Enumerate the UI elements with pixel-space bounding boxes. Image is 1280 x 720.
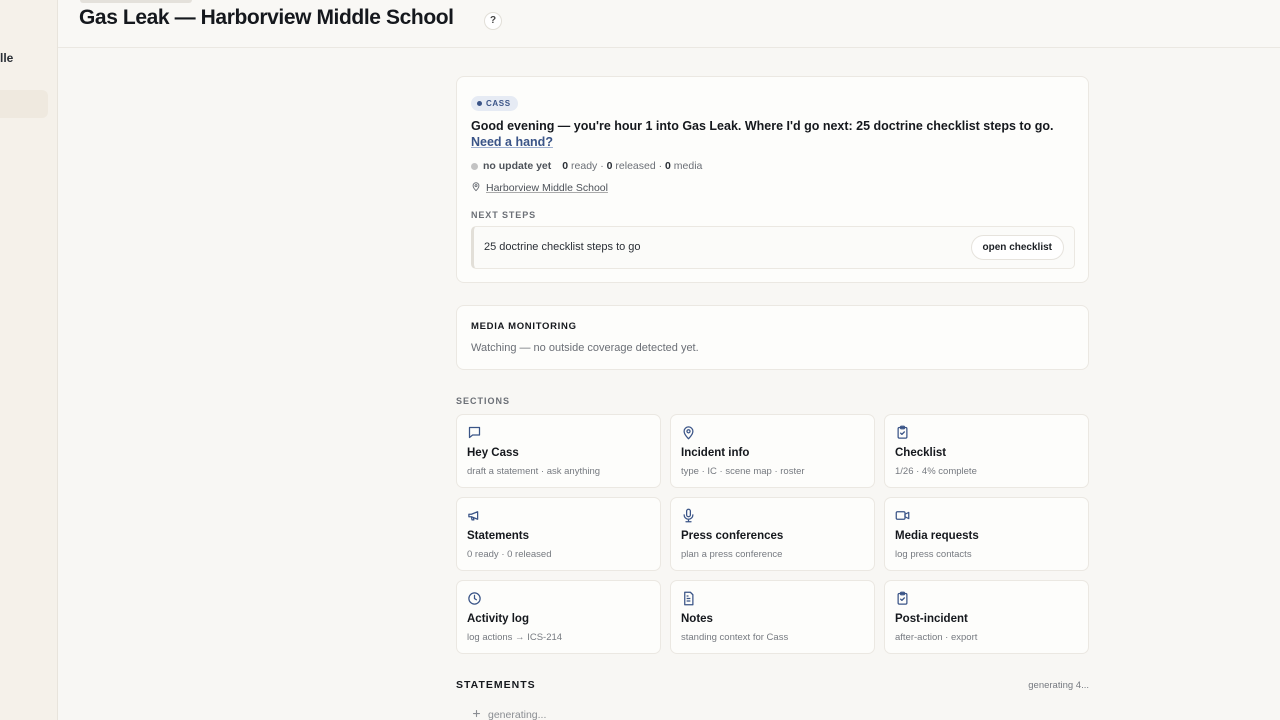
video-camera-icon: [895, 508, 911, 524]
plus-icon: [472, 709, 481, 720]
sidebar-item-label[interactable]: lle: [0, 51, 13, 65]
megaphone-icon: [467, 508, 483, 524]
section-subtitle: after-action · export: [895, 632, 978, 643]
next-step-text: 25 doctrine checklist steps to go: [484, 241, 641, 253]
section-subtitle: standing context for Cass: [681, 632, 789, 643]
section-title: Checklist: [895, 447, 947, 459]
media-label: media: [673, 160, 703, 172]
section-tile-hey-cass[interactable]: Hey Cass draft a statement · ask anythin…: [456, 414, 661, 488]
sidebar: lle: [0, 0, 58, 720]
section-subtitle: log actions → ICS-214: [467, 632, 563, 643]
open-checklist-button[interactable]: open checklist: [970, 235, 1064, 260]
sections-heading: SECTIONS: [456, 396, 511, 406]
cass-badge-label: CASS: [486, 99, 511, 108]
section-title: Post-incident: [895, 613, 968, 625]
section-title: Media requests: [895, 530, 979, 542]
statements-header: STATEMENTS generating 4...: [456, 679, 1089, 691]
section-title: Press conferences: [681, 530, 784, 542]
section-title: Incident info: [681, 447, 750, 459]
map-pin-icon: [471, 181, 481, 195]
section-subtitle: 0 ready · 0 released: [467, 549, 552, 560]
section-subtitle: plan a press conference: [681, 549, 783, 560]
status-row: no update yet 0 ready · 0 released · 0 m…: [471, 160, 702, 172]
section-tile-media-requests[interactable]: Media requests log press contacts: [884, 497, 1089, 571]
page-title: Gas Leak — Harborview Middle School: [79, 6, 454, 29]
clock-icon: [467, 591, 483, 607]
released-count: 0: [606, 160, 613, 172]
section-tile-activity-log[interactable]: Activity log log actions → ICS-214: [456, 580, 661, 654]
header-tab-indicator: [80, 0, 192, 3]
map-pin-icon: [681, 425, 697, 441]
media-count: 0: [665, 160, 671, 172]
section-subtitle: log press contacts: [895, 549, 972, 560]
next-steps-heading: NEXT STEPS: [471, 210, 537, 220]
generating-text: generating...: [488, 709, 547, 720]
section-subtitle: draft a statement · ask anything: [467, 466, 601, 477]
section-title: Statements: [467, 530, 529, 542]
help-button[interactable]: ?: [484, 12, 502, 30]
clipboard-check-icon: [895, 591, 911, 607]
sections-grid: Hey Cass draft a statement · ask anythin…: [456, 414, 1089, 654]
update-status: no update yet: [483, 160, 552, 172]
section-tile-incident-info[interactable]: Incident info type · IC · scene map · ro…: [670, 414, 875, 488]
section-tile-checklist[interactable]: Checklist 1/26 · 4% complete: [884, 414, 1089, 488]
location-row: Harborview Middle School: [471, 181, 608, 195]
next-step-item: 25 doctrine checklist steps to go open c…: [471, 226, 1075, 269]
badge-dot-icon: [477, 101, 482, 106]
statements-status: generating 4...: [1028, 679, 1089, 691]
section-tile-notes[interactable]: Notes standing context for Cass: [670, 580, 875, 654]
ready-label: ready ·: [571, 160, 604, 172]
chat-icon: [467, 425, 483, 441]
section-title: Notes: [681, 613, 713, 625]
section-tile-post-incident[interactable]: Post-incident after-action · export: [884, 580, 1089, 654]
section-tile-press-conferences[interactable]: Press conferences plan a press conferenc…: [670, 497, 875, 571]
released-label: released ·: [615, 160, 663, 172]
status-dot-icon: [471, 162, 478, 170]
location-link[interactable]: Harborview Middle School: [486, 182, 608, 194]
section-subtitle: 1/26 · 4% complete: [895, 466, 977, 477]
main-content: CASS Good evening — you're hour 1 into G…: [456, 76, 1089, 720]
greeting-text: Good evening — you're hour 1 into Gas Le…: [471, 119, 1054, 133]
media-monitoring-title: MEDIA MONITORING: [471, 321, 577, 332]
page-header: Gas Leak — Harborview Middle School ?: [58, 0, 1280, 48]
cass-badge: CASS: [471, 96, 518, 111]
clipboard-check-icon: [895, 425, 911, 441]
cass-summary-card: CASS Good evening — you're hour 1 into G…: [456, 76, 1089, 283]
sidebar-item-active[interactable]: [0, 90, 48, 118]
media-monitoring-text: Watching — no outside coverage detected …: [471, 342, 699, 354]
need-a-hand-link[interactable]: Need a hand?: [471, 135, 553, 149]
section-title: Activity log: [467, 613, 529, 625]
microphone-icon: [681, 508, 697, 524]
section-tile-statements[interactable]: Statements 0 ready · 0 released: [456, 497, 661, 571]
section-subtitle: type · IC · scene map · roster: [681, 466, 805, 477]
section-title: Hey Cass: [467, 447, 519, 459]
statement-generating-item: generating...: [472, 709, 1089, 720]
ready-count: 0: [562, 160, 569, 172]
media-monitoring-card: MEDIA MONITORING Watching — no outside c…: [456, 305, 1089, 370]
cass-greeting: Good evening — you're hour 1 into Gas Le…: [471, 118, 1071, 150]
statements-title: STATEMENTS: [456, 679, 536, 691]
document-icon: [681, 591, 697, 607]
